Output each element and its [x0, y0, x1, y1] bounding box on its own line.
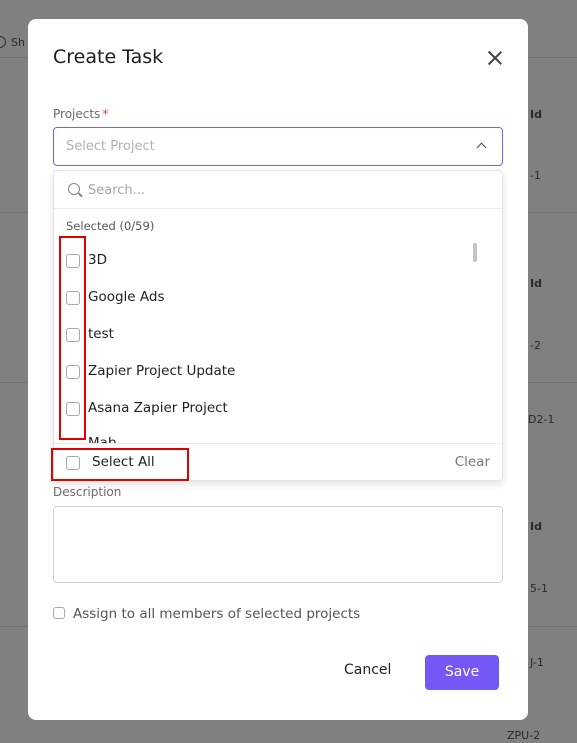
option-checkbox[interactable] [66, 402, 80, 416]
option-checkbox[interactable] [66, 254, 80, 268]
dropdown-footer: Select All Clear [54, 443, 502, 480]
select-all-checkbox[interactable] [66, 456, 80, 470]
project-option[interactable]: Google Ads [54, 284, 494, 312]
select-placeholder: Select Project [66, 139, 155, 154]
option-checkbox[interactable] [66, 365, 80, 379]
project-option[interactable]: Zapier Project Update [54, 358, 494, 386]
project-dropdown: Selected (0/59) 3D Google Ads test Zapie… [53, 170, 503, 481]
scrollbar-thumb[interactable] [473, 243, 477, 262]
modal-title: Create Task [53, 46, 164, 68]
background-text: Sh [11, 36, 25, 49]
option-label: Google Ads [88, 289, 165, 305]
cancel-button[interactable]: Cancel [344, 662, 391, 678]
description-field[interactable] [53, 506, 503, 583]
option-label: Zapier Project Update [88, 363, 236, 379]
background-cell: 5-1 [530, 582, 548, 595]
search-icon [68, 183, 80, 195]
option-label: Asana Zapier Project [88, 400, 228, 416]
background-cell: J-1 [530, 656, 544, 669]
project-option[interactable]: 3D [54, 247, 494, 275]
select-all-label[interactable]: Select All [92, 454, 155, 470]
projects-label: Projects * [53, 107, 108, 121]
assign-all-checkbox[interactable] [53, 607, 65, 619]
background-cell: -1 [530, 169, 541, 182]
projects-label-text: Projects [53, 107, 101, 121]
assign-all-label: Assign to all members of selected projec… [73, 606, 361, 622]
background-cell: -2 [530, 339, 541, 352]
clear-button[interactable]: Clear [455, 454, 490, 470]
option-checkbox[interactable] [66, 328, 80, 342]
background-column-label: Id [530, 277, 542, 290]
option-checkbox[interactable] [66, 291, 80, 305]
background-cell: D2-1 [528, 413, 555, 426]
option-label: 3D [88, 252, 107, 268]
search-input[interactable] [88, 179, 468, 201]
project-select[interactable]: Select Project [53, 127, 503, 166]
required-marker: * [102, 107, 109, 121]
background-circle-icon [0, 36, 6, 48]
project-option[interactable]: test [54, 321, 494, 349]
create-task-modal: Create Task Projects* Select Project Sel… [28, 19, 528, 720]
option-label: test [88, 326, 114, 342]
dropdown-scrollbar[interactable] [494, 209, 502, 443]
background-column-label: Id [530, 108, 542, 121]
selected-count: Selected (0/59) [66, 219, 155, 233]
description-label: Description [53, 485, 122, 499]
project-option[interactable]: Asana Zapier Project [54, 395, 494, 423]
save-button[interactable]: Save [425, 655, 499, 690]
close-icon[interactable] [486, 49, 504, 67]
chevron-up-icon[interactable] [476, 142, 487, 153]
dropdown-search [54, 171, 502, 209]
background-cell: ZPU-2 [507, 729, 541, 742]
background-column-label: Id [530, 520, 542, 533]
